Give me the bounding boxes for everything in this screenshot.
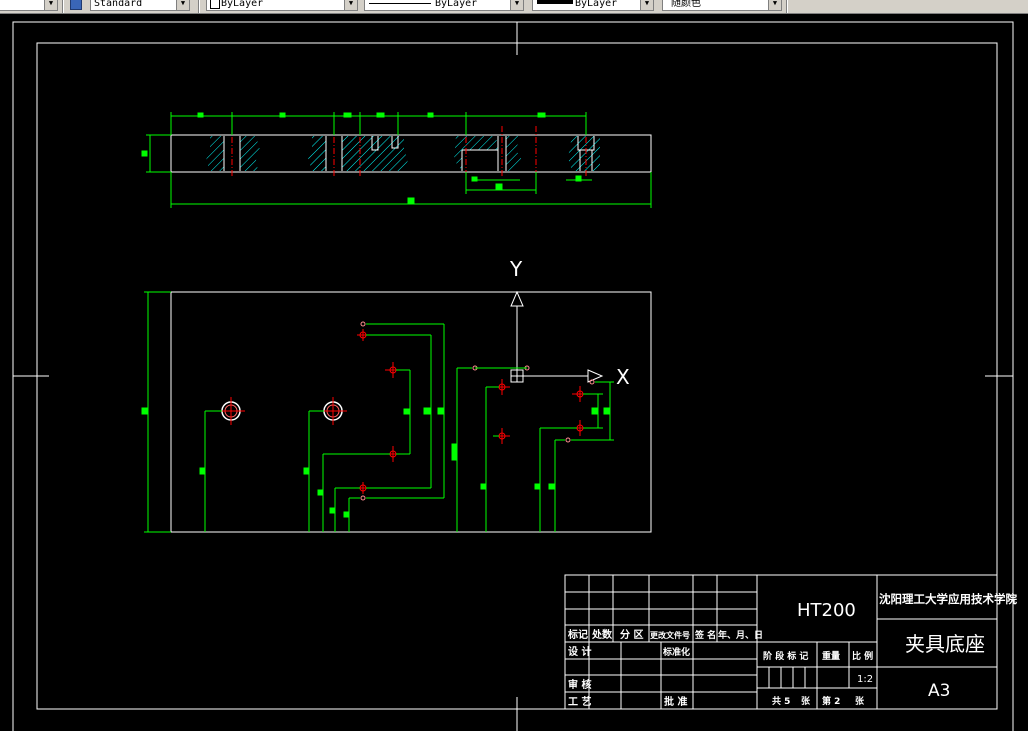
label-weight: 重量 bbox=[822, 650, 840, 662]
plan-view: Y X bbox=[141, 257, 652, 533]
chevron-down-icon: ▼ bbox=[768, 0, 781, 10]
x-axis-label: X bbox=[616, 365, 630, 389]
title-block: 标记 处数 分 区 更改文件号 签 名 年、月、日 设 计 标准化 审 核 工 … bbox=[564, 574, 1017, 710]
label-stage-mark: 阶 段 标 记 bbox=[763, 650, 808, 662]
chevron-down-icon: ▼ bbox=[44, 0, 57, 10]
header-count: 处数 bbox=[591, 628, 613, 641]
part-name: 夹具底座 bbox=[905, 632, 985, 656]
linetype-dropdown[interactable]: ByLayer ▼ bbox=[364, 0, 524, 11]
layer-color-value: ByLayer bbox=[221, 0, 264, 9]
lineweight-sample-icon bbox=[537, 0, 573, 4]
chevron-down-icon: ▼ bbox=[640, 0, 653, 10]
plan-dimensions bbox=[141, 291, 614, 533]
label-review: 审 核 bbox=[568, 678, 591, 691]
text-style-dropdown[interactable]: Standard ▼ bbox=[90, 0, 190, 11]
header-zone: 分 区 bbox=[620, 628, 643, 641]
text-style-icon[interactable] bbox=[70, 0, 82, 10]
material-label: HT200 bbox=[797, 600, 856, 621]
color-swatch-icon bbox=[210, 0, 220, 9]
lineweight-dropdown[interactable]: ByLayer ▼ bbox=[532, 0, 654, 11]
scale-value: 1:2 bbox=[857, 674, 873, 685]
label-standardization: 标准化 bbox=[662, 646, 690, 658]
header-signature: 签 名 bbox=[694, 629, 716, 641]
layer-color-dropdown[interactable]: ByLayer ▼ bbox=[206, 0, 358, 11]
hatched-regions bbox=[206, 136, 600, 171]
sheet-word-2: 张 bbox=[855, 695, 865, 707]
toolbar-separator bbox=[198, 0, 200, 13]
label-ratio: 比 例 bbox=[852, 650, 873, 662]
drawing-canvas[interactable]: Y X 标记 处数 分 区 更改文件号 签 名 年、月、日 设 计 标准化 审 … bbox=[0, 14, 1028, 731]
small-holes bbox=[357, 321, 595, 501]
header-mark: 标记 bbox=[567, 628, 588, 641]
chevron-down-icon: ▼ bbox=[510, 0, 523, 10]
label-design: 设 计 bbox=[568, 645, 591, 658]
unknown-dropdown[interactable]: ▼ bbox=[0, 0, 58, 11]
toolbar-separator bbox=[62, 0, 64, 13]
chevron-down-icon: ▼ bbox=[344, 0, 357, 10]
header-date: 年、月、日 bbox=[718, 629, 763, 641]
total-sheets: 共 5 bbox=[772, 695, 790, 707]
y-axis-label: Y bbox=[509, 257, 523, 281]
sheet-word: 张 bbox=[801, 695, 811, 707]
plan-outline bbox=[170, 291, 652, 533]
large-holes bbox=[217, 397, 347, 425]
linetype-sample-icon bbox=[369, 3, 431, 4]
hatch-boundaries bbox=[223, 136, 595, 171]
text-style-value: Standard bbox=[94, 0, 143, 9]
school-name: 沈阳理工大学应用技术学院 bbox=[879, 592, 1017, 606]
sheet-number: 第 2 bbox=[822, 695, 840, 707]
label-process: 工 艺 bbox=[568, 695, 591, 708]
lineweight-value: ByLayer bbox=[575, 0, 618, 9]
properties-toolbar: ▼ Standard ▼ ByLayer ▼ ByLayer ▼ ByLayer ▼ 随… bbox=[0, 0, 1028, 14]
linetype-value: ByLayer bbox=[435, 0, 478, 9]
sheet-size: A3 bbox=[928, 681, 950, 701]
toolbar-separator bbox=[786, 0, 788, 13]
header-change-doc: 更改文件号 bbox=[650, 630, 690, 640]
section-centerlines bbox=[231, 126, 587, 178]
plot-style-dropdown[interactable]: 随颜色 ▼ bbox=[662, 0, 782, 11]
chevron-down-icon: ▼ bbox=[176, 0, 189, 10]
section-view bbox=[141, 112, 652, 208]
plot-style-value: 随颜色 bbox=[671, 0, 701, 9]
label-approve: 批 准 bbox=[664, 695, 687, 708]
